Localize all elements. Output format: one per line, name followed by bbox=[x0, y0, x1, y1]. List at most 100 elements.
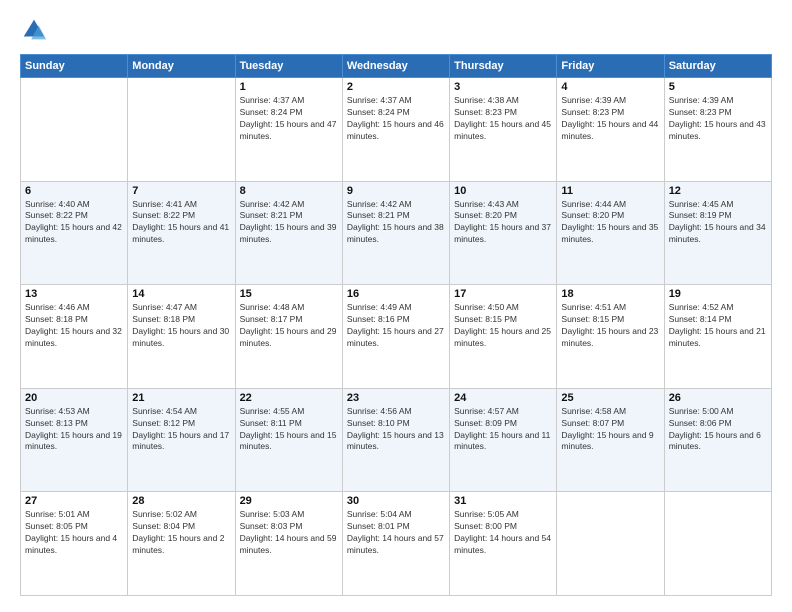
day-info: Sunrise: 4:54 AM Sunset: 8:12 PM Dayligh… bbox=[132, 406, 230, 454]
header bbox=[20, 16, 772, 44]
day-number: 8 bbox=[240, 185, 338, 197]
day-info: Sunrise: 4:38 AM Sunset: 8:23 PM Dayligh… bbox=[454, 95, 552, 143]
calendar-cell: 17 Sunrise: 4:50 AM Sunset: 8:15 PM Dayli… bbox=[450, 285, 557, 389]
day-number: 9 bbox=[347, 185, 445, 197]
week-row-1: 6 Sunrise: 4:40 AM Sunset: 8:22 PM Daylig… bbox=[21, 181, 772, 285]
day-number: 16 bbox=[347, 288, 445, 300]
day-number: 12 bbox=[669, 185, 767, 197]
day-info: Sunrise: 4:45 AM Sunset: 8:19 PM Dayligh… bbox=[669, 199, 767, 247]
logo bbox=[20, 16, 52, 44]
calendar-cell: 18 Sunrise: 4:51 AM Sunset: 8:15 PM Dayli… bbox=[557, 285, 664, 389]
calendar-cell: 15 Sunrise: 4:48 AM Sunset: 8:17 PM Dayli… bbox=[235, 285, 342, 389]
day-info: Sunrise: 4:39 AM Sunset: 8:23 PM Dayligh… bbox=[561, 95, 659, 143]
day-number: 30 bbox=[347, 495, 445, 507]
day-info: Sunrise: 4:50 AM Sunset: 8:15 PM Dayligh… bbox=[454, 302, 552, 350]
calendar-cell: 8 Sunrise: 4:42 AM Sunset: 8:21 PM Daylig… bbox=[235, 181, 342, 285]
day-info: Sunrise: 5:05 AM Sunset: 8:00 PM Dayligh… bbox=[454, 509, 552, 557]
week-row-0: 1 Sunrise: 4:37 AM Sunset: 8:24 PM Daylig… bbox=[21, 78, 772, 182]
calendar-table: SundayMondayTuesdayWednesdayThursdayFrid… bbox=[20, 54, 772, 596]
day-info: Sunrise: 4:51 AM Sunset: 8:15 PM Dayligh… bbox=[561, 302, 659, 350]
day-number: 20 bbox=[25, 392, 123, 404]
day-info: Sunrise: 4:43 AM Sunset: 8:20 PM Dayligh… bbox=[454, 199, 552, 247]
calendar-cell: 5 Sunrise: 4:39 AM Sunset: 8:23 PM Daylig… bbox=[664, 78, 771, 182]
day-info: Sunrise: 5:01 AM Sunset: 8:05 PM Dayligh… bbox=[25, 509, 123, 557]
day-info: Sunrise: 4:44 AM Sunset: 8:20 PM Dayligh… bbox=[561, 199, 659, 247]
calendar-cell: 14Sunrise: 4:47 AM Sunset: 8:18 PM Dayli… bbox=[128, 285, 235, 389]
calendar-cell: 20 Sunrise: 4:53 AM Sunset: 8:13 PM Dayli… bbox=[21, 388, 128, 492]
day-number: 31 bbox=[454, 495, 552, 507]
day-number: 26 bbox=[669, 392, 767, 404]
day-info: Sunrise: 5:02 AM Sunset: 8:04 PM Dayligh… bbox=[132, 509, 230, 557]
day-info: Sunrise: 4:42 AM Sunset: 8:21 PM Dayligh… bbox=[240, 199, 338, 247]
day-number: 1 bbox=[240, 81, 338, 93]
day-info: Sunrise: 4:37 AM Sunset: 8:24 PM Dayligh… bbox=[347, 95, 445, 143]
day-info: Sunrise: 5:04 AM Sunset: 8:01 PM Dayligh… bbox=[347, 509, 445, 557]
calendar-cell: 25 Sunrise: 4:58 AM Sunset: 8:07 PM Dayli… bbox=[557, 388, 664, 492]
day-info: Sunrise: 5:00 AM Sunset: 8:06 PM Dayligh… bbox=[669, 406, 767, 454]
calendar-cell: 19Sunrise: 4:52 AM Sunset: 8:14 PM Dayli… bbox=[664, 285, 771, 389]
day-number: 25 bbox=[561, 392, 659, 404]
day-number: 3 bbox=[454, 81, 552, 93]
calendar-cell bbox=[128, 78, 235, 182]
day-number: 24 bbox=[454, 392, 552, 404]
calendar-cell: 22 Sunrise: 4:55 AM Sunset: 8:11 PM Dayli… bbox=[235, 388, 342, 492]
day-number: 22 bbox=[240, 392, 338, 404]
calendar-cell: 2Sunrise: 4:37 AM Sunset: 8:24 PM Daylig… bbox=[342, 78, 449, 182]
day-number: 13 bbox=[25, 288, 123, 300]
calendar-cell: 13Sunrise: 4:46 AM Sunset: 8:18 PM Dayli… bbox=[21, 285, 128, 389]
calendar-cell: 30 Sunrise: 5:04 AM Sunset: 8:01 PM Dayli… bbox=[342, 492, 449, 596]
header-thursday: Thursday bbox=[450, 55, 557, 78]
header-tuesday: Tuesday bbox=[235, 55, 342, 78]
calendar-cell: 31 Sunrise: 5:05 AM Sunset: 8:00 PM Dayli… bbox=[450, 492, 557, 596]
day-info: Sunrise: 4:47 AM Sunset: 8:18 PM Dayligh… bbox=[132, 302, 230, 350]
calendar-cell: 24 Sunrise: 4:57 AM Sunset: 8:09 PM Dayli… bbox=[450, 388, 557, 492]
day-info: Sunrise: 4:58 AM Sunset: 8:07 PM Dayligh… bbox=[561, 406, 659, 454]
calendar-cell: 7Sunrise: 4:41 AM Sunset: 8:22 PM Daylig… bbox=[128, 181, 235, 285]
day-info: Sunrise: 4:49 AM Sunset: 8:16 PM Dayligh… bbox=[347, 302, 445, 350]
calendar-cell bbox=[664, 492, 771, 596]
calendar-cell: 28Sunrise: 5:02 AM Sunset: 8:04 PM Dayli… bbox=[128, 492, 235, 596]
day-number: 5 bbox=[669, 81, 767, 93]
day-number: 6 bbox=[25, 185, 123, 197]
day-info: Sunrise: 4:53 AM Sunset: 8:13 PM Dayligh… bbox=[25, 406, 123, 454]
day-number: 23 bbox=[347, 392, 445, 404]
calendar-cell: 11 Sunrise: 4:44 AM Sunset: 8:20 PM Dayli… bbox=[557, 181, 664, 285]
calendar-cell: 4 Sunrise: 4:39 AM Sunset: 8:23 PM Daylig… bbox=[557, 78, 664, 182]
calendar-cell: 10 Sunrise: 4:43 AM Sunset: 8:20 PM Dayli… bbox=[450, 181, 557, 285]
day-number: 18 bbox=[561, 288, 659, 300]
day-number: 11 bbox=[561, 185, 659, 197]
day-number: 7 bbox=[132, 185, 230, 197]
header-friday: Friday bbox=[557, 55, 664, 78]
day-info: Sunrise: 5:03 AM Sunset: 8:03 PM Dayligh… bbox=[240, 509, 338, 557]
day-info: Sunrise: 4:52 AM Sunset: 8:14 PM Dayligh… bbox=[669, 302, 767, 350]
day-info: Sunrise: 4:40 AM Sunset: 8:22 PM Dayligh… bbox=[25, 199, 123, 247]
day-info: Sunrise: 4:39 AM Sunset: 8:23 PM Dayligh… bbox=[669, 95, 767, 143]
page: SundayMondayTuesdayWednesdayThursdayFrid… bbox=[0, 0, 792, 612]
header-saturday: Saturday bbox=[664, 55, 771, 78]
calendar-cell bbox=[21, 78, 128, 182]
week-row-3: 20 Sunrise: 4:53 AM Sunset: 8:13 PM Dayli… bbox=[21, 388, 772, 492]
day-info: Sunrise: 4:48 AM Sunset: 8:17 PM Dayligh… bbox=[240, 302, 338, 350]
calendar-cell: 16 Sunrise: 4:49 AM Sunset: 8:16 PM Dayli… bbox=[342, 285, 449, 389]
calendar-cell: 3 Sunrise: 4:38 AM Sunset: 8:23 PM Daylig… bbox=[450, 78, 557, 182]
header-monday: Monday bbox=[128, 55, 235, 78]
day-number: 17 bbox=[454, 288, 552, 300]
calendar-cell: 1Sunrise: 4:37 AM Sunset: 8:24 PM Daylig… bbox=[235, 78, 342, 182]
day-info: Sunrise: 4:56 AM Sunset: 8:10 PM Dayligh… bbox=[347, 406, 445, 454]
calendar-header-row: SundayMondayTuesdayWednesdayThursdayFrid… bbox=[21, 55, 772, 78]
calendar-cell: 27 Sunrise: 5:01 AM Sunset: 8:05 PM Dayli… bbox=[21, 492, 128, 596]
header-wednesday: Wednesday bbox=[342, 55, 449, 78]
day-number: 4 bbox=[561, 81, 659, 93]
day-number: 27 bbox=[25, 495, 123, 507]
calendar-cell: 6 Sunrise: 4:40 AM Sunset: 8:22 PM Daylig… bbox=[21, 181, 128, 285]
calendar-cell: 23 Sunrise: 4:56 AM Sunset: 8:10 PM Dayli… bbox=[342, 388, 449, 492]
calendar-cell bbox=[557, 492, 664, 596]
day-info: Sunrise: 4:57 AM Sunset: 8:09 PM Dayligh… bbox=[454, 406, 552, 454]
day-info: Sunrise: 4:55 AM Sunset: 8:11 PM Dayligh… bbox=[240, 406, 338, 454]
day-number: 10 bbox=[454, 185, 552, 197]
calendar-cell: 9Sunrise: 4:42 AM Sunset: 8:21 PM Daylig… bbox=[342, 181, 449, 285]
calendar-cell: 29Sunrise: 5:03 AM Sunset: 8:03 PM Dayli… bbox=[235, 492, 342, 596]
day-number: 15 bbox=[240, 288, 338, 300]
calendar-cell: 12 Sunrise: 4:45 AM Sunset: 8:19 PM Dayli… bbox=[664, 181, 771, 285]
header-sunday: Sunday bbox=[21, 55, 128, 78]
